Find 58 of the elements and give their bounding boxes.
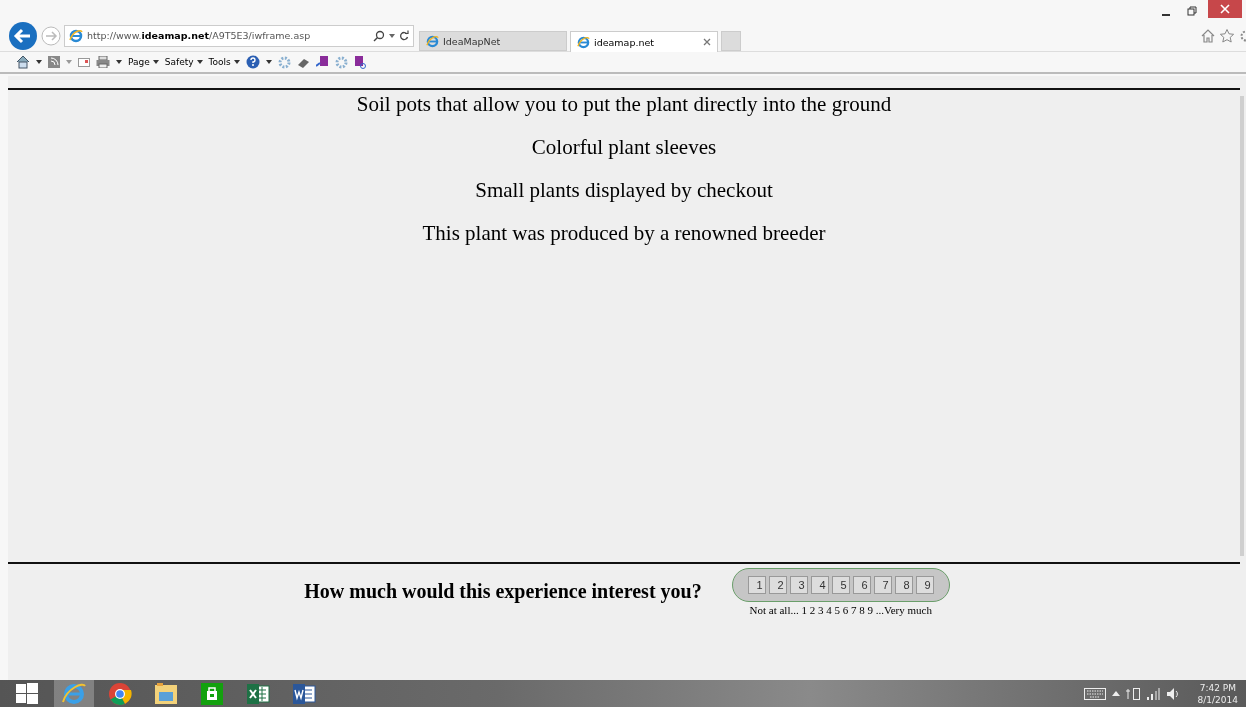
close-tab-icon[interactable] <box>703 38 711 46</box>
browser-logo-icon <box>69 28 83 43</box>
close-icon <box>1220 4 1230 14</box>
idea-text: Colorful plant sleeves <box>531 135 717 160</box>
rating-button[interactable]: 9 <box>915 576 934 594</box>
clock-date[interactable]: 8/1/2014 <box>1197 693 1238 706</box>
windows-start-icon[interactable] <box>16 682 38 705</box>
back-button[interactable] <box>8 20 38 51</box>
printer-icon[interactable] <box>96 56 110 68</box>
browser-tab[interactable]: ideamap.net <box>570 31 718 52</box>
scale-caption: Not at all... 1 2 3 4 5 6 7 8 9 ...Very much <box>749 604 932 616</box>
close-button[interactable] <box>1208 0 1242 18</box>
help-icon[interactable] <box>245 55 260 69</box>
show-hidden-icon[interactable] <box>1111 691 1120 696</box>
toolbar-menu[interactable]: Safety <box>164 57 203 67</box>
star-icon[interactable] <box>1219 27 1235 44</box>
browser-tab[interactable]: IdeaMapNet <box>419 31 567 51</box>
browser-logo-icon <box>426 34 439 48</box>
speaker-icon[interactable] <box>1165 686 1180 701</box>
rating-button[interactable]: 1 <box>747 576 766 594</box>
rating-button[interactable]: 3 <box>789 576 808 594</box>
caret-icon <box>233 60 240 64</box>
rating-button[interactable]: 7 <box>873 576 892 594</box>
dropdown-icon[interactable] <box>36 60 42 64</box>
toolbar-menu[interactable]: Page <box>128 57 159 67</box>
keyboard-icon[interactable] <box>1083 687 1106 700</box>
restore-icon <box>1187 6 1197 16</box>
rating-button[interactable]: 4 <box>810 576 829 594</box>
idea-text: Soil pots that allow you to put the plant directly into the ground <box>356 92 892 117</box>
url-text: http://www.ideamap.net/A9T5E3/iwframe.asp <box>87 30 312 41</box>
caret-icon <box>196 60 203 64</box>
rating-button[interactable]: 2 <box>768 576 787 594</box>
dropdown-icon[interactable] <box>265 60 272 64</box>
toolbar-menu[interactable]: Tools <box>208 57 240 67</box>
minimize-icon <box>1162 14 1170 16</box>
mail-icon[interactable] <box>78 57 90 67</box>
dropdown-icon[interactable] <box>389 33 395 38</box>
question-text: How much would this experience interest you? <box>304 580 702 603</box>
rating-button[interactable]: 6 <box>852 576 871 594</box>
rating-button[interactable]: 8 <box>894 576 913 594</box>
feed-icon[interactable] <box>48 56 60 68</box>
scrollbar[interactable] <box>1240 96 1244 556</box>
clock-time[interactable]: 7:42 PM <box>1199 681 1236 694</box>
signal-icon[interactable] <box>1145 687 1160 700</box>
note-icon[interactable] <box>353 55 367 69</box>
address-bar[interactable]: http://www.ideamap.net/A9T5E3/iwframe.asp <box>64 24 414 47</box>
note-icon[interactable] <box>315 55 329 69</box>
dropdown-icon[interactable] <box>116 60 122 64</box>
refresh-icon[interactable] <box>399 30 409 41</box>
caret-icon <box>152 60 159 64</box>
search-icon[interactable] <box>373 29 385 42</box>
rating-button[interactable]: 5 <box>831 576 850 594</box>
browser-logo-icon <box>577 35 590 49</box>
idea-text: Small plants displayed by checkout <box>475 178 773 203</box>
battery-icon[interactable] <box>1125 686 1140 701</box>
home-icon[interactable] <box>1200 27 1216 44</box>
idea-text: This plant was produced by a renowned breeder <box>422 221 826 246</box>
home-icon[interactable] <box>16 55 30 69</box>
